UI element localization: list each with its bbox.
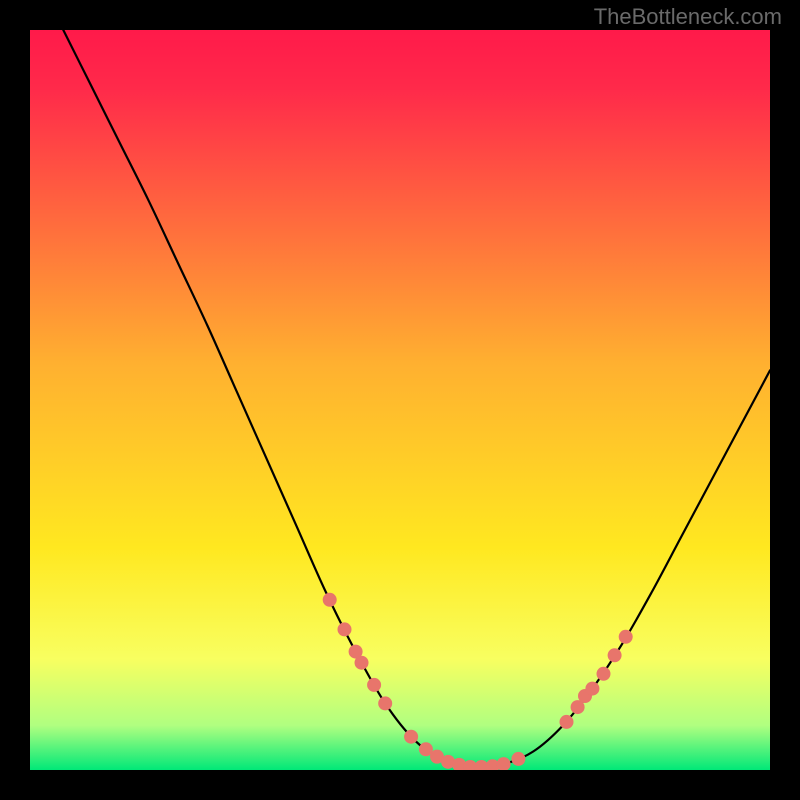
data-point-marker: [597, 667, 611, 681]
watermark-text: TheBottleneck.com: [594, 4, 782, 30]
chart-background: [30, 30, 770, 770]
data-point-marker: [511, 752, 525, 766]
data-point-marker: [404, 730, 418, 744]
chart-plot: [30, 30, 770, 770]
data-point-marker: [355, 656, 369, 670]
data-point-marker: [338, 622, 352, 636]
data-point-marker: [378, 696, 392, 710]
data-point-marker: [323, 593, 337, 607]
data-point-marker: [608, 648, 622, 662]
chart-svg: [30, 30, 770, 770]
data-point-marker: [585, 682, 599, 696]
data-point-marker: [619, 630, 633, 644]
data-point-marker: [367, 678, 381, 692]
data-point-marker: [560, 715, 574, 729]
